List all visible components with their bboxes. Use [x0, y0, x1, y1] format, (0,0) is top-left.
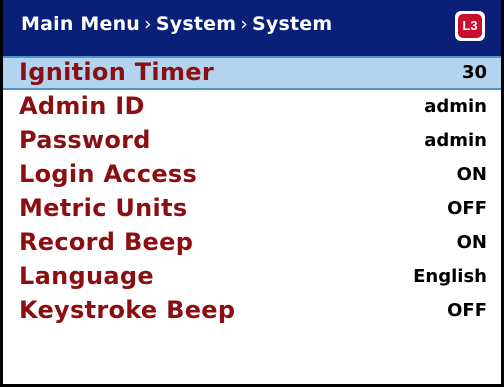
menu-item-value: admin — [424, 130, 487, 151]
menu-item-label: Keystroke Beep — [19, 296, 236, 324]
menu-item-value: OFF — [447, 198, 487, 219]
menu-item-metric-units[interactable]: Metric Units OFF — [3, 192, 501, 226]
title-bar: Main Menu › System › System L3 — [3, 0, 501, 56]
breadcrumb: Main Menu › System › System — [21, 13, 332, 35]
menu-item-label: Language — [19, 262, 154, 290]
menu-item-label: Metric Units — [19, 194, 188, 222]
menu-item-label: Ignition Timer — [19, 58, 214, 86]
menu-item-record-beep[interactable]: Record Beep ON — [3, 226, 501, 260]
logo-mark: L3 — [458, 14, 482, 38]
breadcrumb-separator: › — [240, 13, 249, 35]
menu-item-label: Record Beep — [19, 228, 194, 256]
menu-item-admin-id[interactable]: Admin ID admin — [3, 90, 501, 124]
menu-item-value: ON — [456, 232, 487, 253]
menu-item-login-access[interactable]: Login Access ON — [3, 158, 501, 192]
breadcrumb-separator: › — [144, 13, 152, 35]
menu-item-password[interactable]: Password admin — [3, 124, 501, 158]
menu-item-ignition-timer[interactable]: Ignition Timer 30 — [3, 56, 501, 90]
breadcrumb-main-menu[interactable]: Main Menu — [21, 13, 140, 35]
device-screen: Main Menu › System › System L3 Ignition Time… — [0, 0, 504, 387]
menu-item-value: English — [413, 266, 487, 287]
menu-item-label: Password — [19, 126, 151, 154]
menu-item-keystroke-beep[interactable]: Keystroke Beep OFF — [3, 294, 501, 328]
settings-menu-list: Ignition Timer 30 Admin ID admin Passwor… — [3, 56, 501, 328]
breadcrumb-system-current: System — [252, 13, 333, 35]
menu-item-value: 30 — [461, 62, 487, 83]
menu-item-label: Admin ID — [19, 92, 145, 120]
l3-logo-icon: L3 — [455, 11, 485, 41]
breadcrumb-system[interactable]: System — [156, 13, 236, 35]
menu-item-value: admin — [424, 96, 487, 117]
menu-item-value: OFF — [447, 300, 487, 321]
menu-item-language[interactable]: Language English — [3, 260, 501, 294]
menu-item-label: Login Access — [19, 160, 198, 188]
menu-item-value: ON — [456, 164, 487, 185]
